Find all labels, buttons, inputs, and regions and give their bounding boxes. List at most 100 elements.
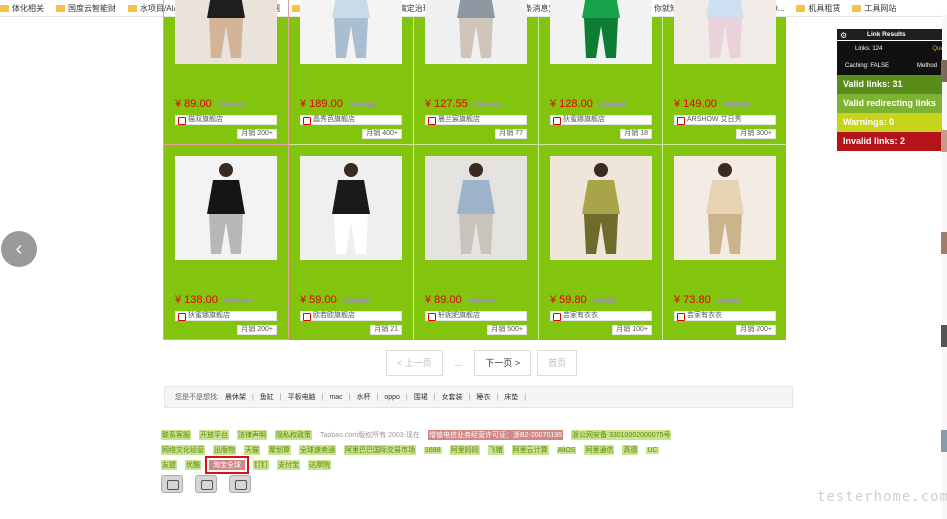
shop-link[interactable]: 晶秀芭旗舰店 <box>300 115 402 125</box>
product-title[interactable] <box>550 70 654 88</box>
bookmark-item[interactable]: 工具网站 <box>852 3 896 14</box>
product-image[interactable] <box>425 0 527 64</box>
footer-link[interactable]: 隐私权政策 <box>275 430 312 440</box>
valid-links-stat[interactable]: Valid links: 31 <box>837 75 947 94</box>
right-edge-thumbnail[interactable] <box>941 130 947 152</box>
product-card[interactable]: ¥ 73.80 ¥98.80 芸家有衣衣 月销 200+ <box>663 145 787 339</box>
product-title[interactable] <box>300 70 404 88</box>
footer-link[interactable]: 开放平台 <box>199 430 229 440</box>
footer-link[interactable]: 钉钉 <box>253 460 269 470</box>
product-image[interactable] <box>300 0 402 64</box>
footer-link[interactable]: 1688 <box>424 446 442 454</box>
product-title[interactable] <box>175 70 279 88</box>
footer-link[interactable]: 网络文化经营 <box>161 445 205 455</box>
footer-link[interactable]: UC <box>646 446 659 454</box>
product-title[interactable] <box>674 266 778 284</box>
shop-link[interactable]: 猫双旗舰店 <box>175 115 277 125</box>
footer-police-link[interactable]: 浙公网安备 33010002000075号 <box>571 430 672 440</box>
shop-link[interactable]: 晨兰宸旗舰店 <box>425 115 527 125</box>
warnings-stat[interactable]: Warnings: 0 <box>837 113 947 132</box>
shop-link[interactable]: ARSHOW 艾日秀 <box>674 115 776 125</box>
original-price: ¥349.00 <box>348 100 376 109</box>
related-keyword-link[interactable]: 睡衣 <box>476 392 490 402</box>
product-card[interactable]: ¥ 149.00 ¥298.00 ARSHOW 艾日秀 月销 300+ <box>663 0 787 144</box>
right-edge-thumbnail[interactable] <box>941 430 947 452</box>
footer-link[interactable]: 阿里云计算 <box>511 445 549 455</box>
product-title[interactable] <box>674 70 778 88</box>
shop-link[interactable]: 狄蜜娜旗舰店 <box>175 311 277 321</box>
right-edge-thumbnail[interactable] <box>941 232 947 254</box>
product-title[interactable] <box>300 266 404 284</box>
related-keyword-link[interactable]: 床垫 <box>504 392 518 402</box>
product-image[interactable] <box>674 0 776 64</box>
related-keyword-link[interactable]: 鱼缸 <box>260 392 274 402</box>
related-keyword-link[interactable]: 围裙 <box>414 392 428 402</box>
product-title[interactable] <box>425 266 529 284</box>
footer-link[interactable]: 全球速卖通 <box>299 445 336 455</box>
product-image[interactable] <box>550 0 652 64</box>
related-keyword-link[interactable]: 平板电脑 <box>288 392 316 402</box>
footer-icp-link[interactable]: 增值电信业务经营许可证：浙B2-20070195 <box>427 430 564 440</box>
footer-link[interactable]: 阿里通信 <box>584 445 615 455</box>
first-page-button[interactable]: 首页 <box>537 350 578 376</box>
footer-link[interactable]: 联系客服 <box>161 430 191 440</box>
footer-link[interactable]: 阿里巴巴国际交易市场 <box>344 445 416 455</box>
invalid-links-stat[interactable]: Invalid links: 2 <box>837 132 947 151</box>
footer-link[interactable]: 阿里妈妈 <box>449 445 480 455</box>
gear-icon[interactable]: ⚙ <box>840 30 847 41</box>
footer-highlighted-link[interactable]: 淘宝全球 <box>205 456 249 474</box>
redirect-links-stat[interactable]: Valid redirecting links <box>837 94 947 113</box>
product-card[interactable]: ¥ 89.00 ¥136.00 猫双旗舰店 月销 200+ <box>163 0 289 145</box>
trust-badge-icon[interactable] <box>195 475 217 493</box>
product-image[interactable] <box>175 0 277 64</box>
prev-page-button[interactable]: < 上一页 <box>386 350 443 376</box>
footer-link[interactable]: 出版物 <box>213 445 236 455</box>
link-results-header[interactable]: ⚙ Link Results <box>837 29 947 40</box>
footer-link[interactable]: 法律声明 <box>237 430 267 440</box>
product-title[interactable] <box>175 266 279 284</box>
product-image[interactable] <box>300 156 402 260</box>
footer-link[interactable]: 达摩院 <box>308 460 331 470</box>
product-image[interactable] <box>550 156 652 260</box>
shop-link[interactable]: 芸家有衣衣 <box>550 311 652 321</box>
right-edge-thumbnail[interactable] <box>941 325 947 347</box>
product-card[interactable]: ¥ 128.00 ¥259.00 狄蜜娜旗舰店 月销 18 <box>539 0 663 144</box>
related-keyword-link[interactable]: oppo <box>384 394 400 401</box>
product-card[interactable]: ¥ 127.55 ¥150.06 晨兰宸旗舰店 月销 77 <box>414 0 538 144</box>
footer-link[interactable]: 飞猪 <box>487 445 504 455</box>
product-image[interactable] <box>175 156 277 260</box>
bookmark-item[interactable]: 体化相关 <box>0 3 44 14</box>
carousel-prev-button[interactable]: ‹ <box>1 231 37 267</box>
shop-link[interactable]: 欧若欧旗舰店 <box>300 311 402 321</box>
product-card[interactable]: ¥ 89.00 ¥126.00 轩妮肥旗舰店 月销 500+ <box>414 145 538 339</box>
separator: | <box>405 393 408 401</box>
bookmark-item[interactable]: 国度云智能财 <box>56 3 116 14</box>
footer-link[interactable]: 聚划算 <box>268 445 291 455</box>
shop-link[interactable]: 轩妮肥旗舰店 <box>425 311 527 321</box>
product-card[interactable]: ¥ 138.00 ¥158.00 狄蜜娜旗舰店 月销 200+ <box>163 144 289 340</box>
footer-link[interactable]: 支付宝 <box>277 460 300 470</box>
product-card[interactable]: ¥ 189.00 ¥349.00 晶秀芭旗舰店 月销 400+ <box>289 0 413 144</box>
product-card[interactable]: ¥ 59.00 ¥198.00 欧若欧旗舰店 月销 21 <box>289 145 413 339</box>
related-keyword-link[interactable]: 水杯 <box>357 392 371 402</box>
footer-link[interactable]: 高德 <box>622 445 639 455</box>
security-badge-icon[interactable] <box>229 475 251 493</box>
product-image[interactable] <box>425 156 527 260</box>
footer-link[interactable]: 优酷 <box>185 460 201 470</box>
right-edge-thumbnail[interactable] <box>941 60 947 82</box>
footer-link[interactable]: 友盟 <box>161 460 177 470</box>
product-card[interactable]: ¥ 59.80 ¥79.80 芸家有衣衣 月销 100+ <box>539 145 663 339</box>
next-page-button[interactable]: 下一页 > <box>474 350 532 376</box>
shop-link[interactable]: 狄蜜娜旗舰店 <box>550 115 652 125</box>
product-image[interactable] <box>674 156 776 260</box>
bookmark-item[interactable]: 机具租赁 <box>796 3 840 14</box>
certification-badge-icon[interactable] <box>161 475 183 493</box>
shop-link[interactable]: 芸家有衣衣 <box>674 311 776 321</box>
product-title[interactable] <box>425 70 529 88</box>
related-keyword-link[interactable]: mac <box>329 394 342 401</box>
related-keyword-link[interactable]: 女套装 <box>442 392 463 402</box>
footer-link[interactable]: AliOS <box>556 446 577 454</box>
product-title[interactable] <box>550 266 654 284</box>
footer-link[interactable]: 天猫 <box>244 445 260 455</box>
related-keyword-link[interactable]: 晨休架 <box>225 392 246 402</box>
